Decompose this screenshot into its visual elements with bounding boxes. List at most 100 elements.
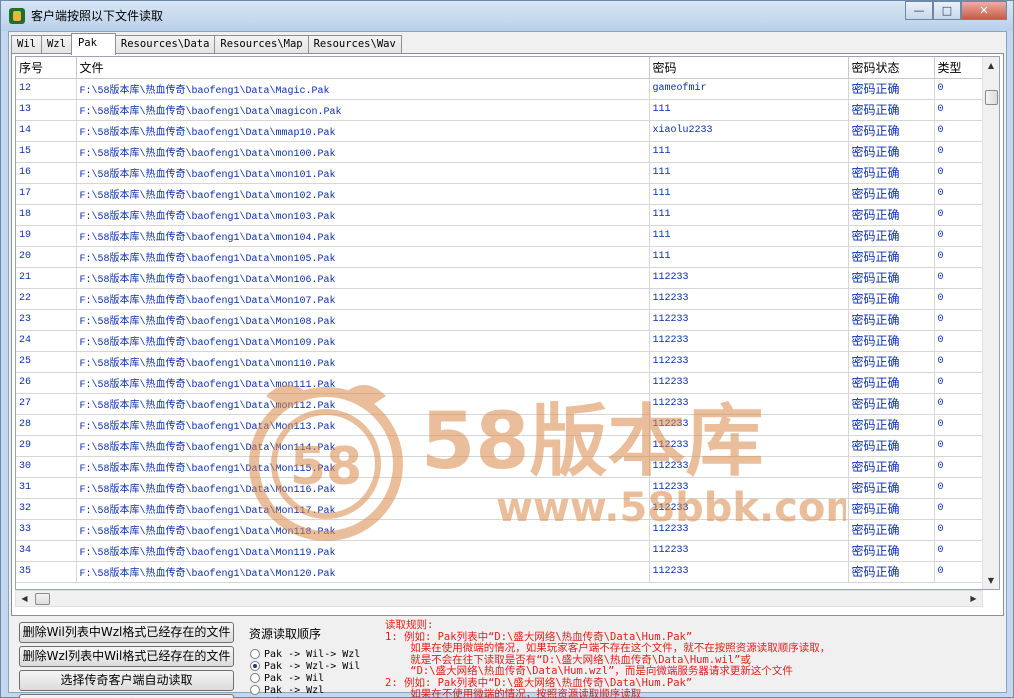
cell-index: 18 [16, 204, 77, 226]
cell-password-status: 密码正确 [848, 120, 935, 142]
radio-button-icon[interactable] [250, 661, 260, 671]
radio-button-icon[interactable] [250, 685, 260, 695]
table-row[interactable]: 27 F:\58版本库\热血传奇\baofeng1\Data\mon112.Pak… [16, 393, 992, 415]
cell-index: 16 [16, 162, 77, 184]
scroll-left-icon[interactable]: ◀ [16, 591, 33, 607]
cell-password: 112233 [649, 435, 849, 457]
table-row[interactable]: 14 F:\58版本库\热血传奇\baofeng1\Data\mmap10.Pak… [16, 120, 992, 142]
table-row[interactable]: 22 F:\58版本库\热血传奇\baofeng1\Data\Mon107.Pak… [16, 288, 992, 310]
table-row[interactable]: 31 F:\58版本库\热血传奇\baofeng1\Data\Mon116.Pak… [16, 477, 992, 499]
cell-index: 25 [16, 351, 77, 373]
cell-index: 12 [16, 78, 77, 100]
app-window: 客户端按照以下文件读取 — □ ✕ Wil Wzl Pak Resources\… [0, 0, 1014, 698]
radio-button-icon[interactable] [250, 649, 260, 659]
table-row[interactable]: 28 F:\58版本库\热血传奇\baofeng1\Data\Mon113.Pak… [16, 414, 992, 436]
file-table: 序号 文件 密码 密码状态 类型 12 F:\58版本库\热血传奇\baofeng… [16, 57, 992, 583]
table-row[interactable]: 24 F:\58版本库\热血传奇\baofeng1\Data\Mon109.Pak… [16, 330, 992, 352]
cell-password-status: 密码正确 [848, 498, 935, 520]
cell-password-status: 密码正确 [848, 477, 935, 499]
scroll-up-icon[interactable]: ▲ [983, 57, 999, 74]
table-row[interactable]: 21 F:\58版本库\热血传奇\baofeng1\Data\Mon106.Pak… [16, 267, 992, 289]
read-order-option[interactable]: Pak -> Wil-> Wzl [250, 648, 382, 660]
save-button[interactable]: 保存 [19, 694, 234, 698]
table-row[interactable]: 35 F:\58版本库\热血传奇\baofeng1\Data\Mon120.Pak… [16, 561, 992, 583]
cell-index: 21 [16, 267, 77, 289]
cell-file-path: F:\58版本库\热血传奇\baofeng1\Data\mon103.Pak [76, 204, 650, 226]
cell-file-path: F:\58版本库\热血传奇\baofeng1\Data\Mon118.Pak [76, 519, 650, 541]
cell-password: 112233 [649, 519, 849, 541]
horizontal-scroll-thumb[interactable] [35, 593, 50, 605]
table-row[interactable]: 17 F:\58版本库\热血传奇\baofeng1\Data\mon102.Pak… [16, 183, 992, 205]
tab-wzl[interactable]: Wzl [40, 35, 72, 54]
cell-index: 14 [16, 120, 77, 142]
read-order-option[interactable]: Pak -> Wzl [250, 684, 382, 696]
maximize-button[interactable]: □ [933, 1, 961, 20]
tab-wil[interactable]: Wil [11, 35, 42, 54]
tab-resources-wav[interactable]: Resources\Wav [307, 35, 402, 54]
table-row[interactable]: 23 F:\58版本库\热血传奇\baofeng1\Data\Mon108.Pak… [16, 309, 992, 331]
table-row[interactable]: 34 F:\58版本库\热血传奇\baofeng1\Data\Mon119.Pak… [16, 540, 992, 562]
cell-password-status: 密码正确 [848, 99, 935, 121]
table-row[interactable]: 30 F:\58版本库\热血传奇\baofeng1\Data\Mon115.Pak… [16, 456, 992, 478]
scroll-right-icon[interactable]: ▶ [965, 591, 982, 607]
table-row[interactable]: 20 F:\58版本库\热血传奇\baofeng1\Data\mon105.Pak… [16, 246, 992, 268]
table-row[interactable]: 26 F:\58版本库\热血传奇\baofeng1\Data\mon111.Pak… [16, 372, 992, 394]
read-order-option[interactable]: Pak -> Wzl-> Wil [250, 660, 382, 672]
cell-password: 112233 [649, 309, 849, 331]
horizontal-scrollbar[interactable]: ◀ ▶ [15, 590, 983, 607]
tab-resources-data[interactable]: Resources\Data [114, 35, 216, 54]
cell-index: 31 [16, 477, 77, 499]
cell-file-path: F:\58版本库\热血传奇\baofeng1\Data\Mon108.Pak [76, 309, 650, 331]
column-header-file[interactable]: 文件 [76, 57, 650, 79]
cell-password-status: 密码正确 [848, 183, 935, 205]
cell-file-path: F:\58版本库\热血传奇\baofeng1\Data\Mon117.Pak [76, 498, 650, 520]
cell-password-status: 密码正确 [848, 456, 935, 478]
cell-file-path: F:\58版本库\热血传奇\baofeng1\Data\Mon116.Pak [76, 477, 650, 499]
scroll-down-icon[interactable]: ▼ [983, 572, 999, 589]
read-order-option[interactable]: Pak -> Wil [250, 672, 382, 684]
cell-file-path: F:\58版本库\热血传奇\baofeng1\Data\mon100.Pak [76, 141, 650, 163]
table-row[interactable]: 13 F:\58版本库\热血传奇\baofeng1\Data\magicon.Pa… [16, 99, 992, 121]
cell-password-status: 密码正确 [848, 204, 935, 226]
cell-password-status: 密码正确 [848, 393, 935, 415]
tab-resources-map[interactable]: Resources\Map [214, 35, 309, 54]
title-bar[interactable]: 客户端按照以下文件读取 — □ ✕ [1, 1, 1013, 31]
table-row[interactable]: 18 F:\58版本库\热血传奇\baofeng1\Data\mon103.Pak… [16, 204, 992, 226]
cell-password: 112233 [649, 351, 849, 373]
read-order-options: Pak -> Wil-> Wzl Pak -> Wzl-> Wil Pak -> W… [242, 648, 382, 698]
table-row[interactable]: 15 F:\58版本库\热血传奇\baofeng1\Data\mon100.Pak… [16, 141, 992, 163]
table-row[interactable]: 32 F:\58版本库\热血传奇\baofeng1\Data\Mon117.Pak… [16, 498, 992, 520]
cell-password-status: 密码正确 [848, 372, 935, 394]
rule-line: “D:\盛大网络\热血传奇\Data\Hum.wzl”，而是向微端服务器请求更新… [385, 665, 793, 677]
table-row[interactable]: 12 F:\58版本库\热血传奇\baofeng1\Data\Magic.Pak g… [16, 78, 992, 100]
table-row[interactable]: 16 F:\58版本库\热血传奇\baofeng1\Data\mon101.Pak… [16, 162, 992, 184]
column-header-password-status[interactable]: 密码状态 [848, 57, 935, 79]
cell-file-path: F:\58版本库\热血传奇\baofeng1\Data\Mon113.Pak [76, 414, 650, 436]
cell-password: 112233 [649, 498, 849, 520]
cell-password-status: 密码正确 [848, 225, 935, 247]
delete-wzl-duplicates-button[interactable]: 删除Wzl列表中Wil格式已经存在的文件 [19, 646, 234, 667]
radio-button-icon[interactable] [250, 673, 260, 683]
tab-pak[interactable]: Pak [70, 33, 116, 55]
table-row[interactable]: 19 F:\58版本库\热血传奇\baofeng1\Data\mon104.Pak… [16, 225, 992, 247]
minimize-button[interactable]: — [905, 1, 933, 20]
cell-index: 34 [16, 540, 77, 562]
close-button[interactable]: ✕ [961, 1, 1007, 20]
table-row[interactable]: 25 F:\58版本库\热血传奇\baofeng1\Data\mon110.Pak… [16, 351, 992, 373]
vertical-scrollbar[interactable]: ▲ ▼ [982, 57, 999, 589]
cell-password-status: 密码正确 [848, 414, 935, 436]
column-header-password[interactable]: 密码 [649, 57, 849, 79]
read-rules-text: 读取规则: 1: 例如: Pak列表中“D:\盛大网络\热血传奇\Data\Hum… [385, 619, 905, 698]
file-grid[interactable]: 序号 文件 密码 密码状态 类型 12 F:\58版本库\热血传奇\baofeng… [15, 56, 1000, 590]
delete-wil-duplicates-button[interactable]: 删除Wil列表中Wzl格式已经存在的文件 [19, 622, 234, 643]
vertical-scroll-thumb[interactable] [985, 90, 998, 105]
select-client-button[interactable]: 选择传奇客户端自动读取 [19, 670, 234, 691]
table-row[interactable]: 33 F:\58版本库\热血传奇\baofeng1\Data\Mon118.Pak… [16, 519, 992, 541]
column-header-index[interactable]: 序号 [16, 57, 77, 79]
cell-index: 29 [16, 435, 77, 457]
table-row[interactable]: 29 F:\58版本库\热血传奇\baofeng1\Data\Mon114.Pak… [16, 435, 992, 457]
cell-password: 112233 [649, 561, 849, 583]
cell-file-path: F:\58版本库\热血传奇\baofeng1\Data\Magic.Pak [76, 78, 650, 100]
cell-index: 33 [16, 519, 77, 541]
cell-file-path: F:\58版本库\热血传奇\baofeng1\Data\mon101.Pak [76, 162, 650, 184]
